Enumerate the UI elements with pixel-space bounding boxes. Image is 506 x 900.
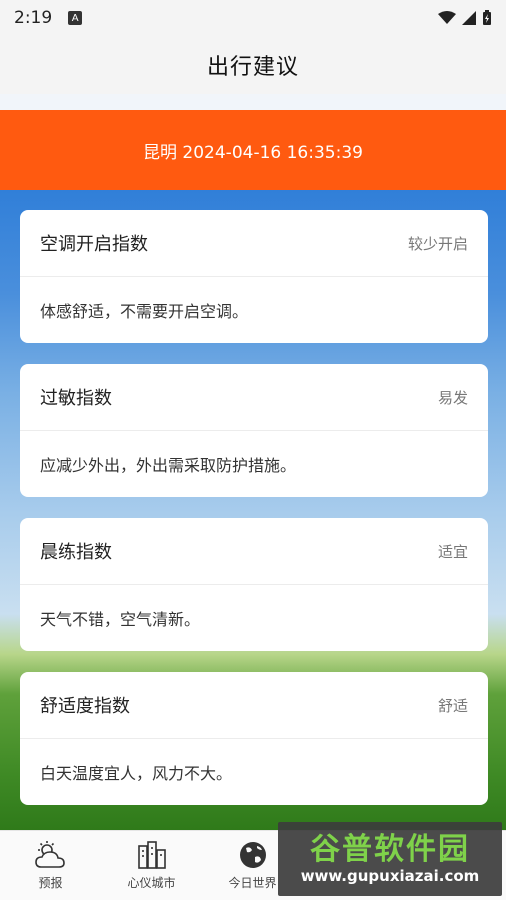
card-title: 空调开启指数 [40, 234, 148, 255]
index-card-allergy[interactable]: 过敏指数 易发 应减少外出，外出需采取防护措施。 [20, 364, 488, 497]
tab-favorite-cities[interactable]: 心仪城市 [101, 831, 202, 900]
card-header: 空调开启指数 较少开启 [20, 210, 488, 277]
city-datetime-banner: 昆明 2024-04-16 16:35:39 [0, 110, 506, 190]
watermark-url: www.gupuxiazai.com [300, 867, 480, 885]
card-level: 舒适 [437, 696, 468, 715]
card-description: 天气不错，空气清新。 [40, 610, 201, 629]
wifi-icon [438, 11, 456, 24]
tab-label: 心仪城市 [127, 876, 176, 890]
weather-icon [34, 841, 65, 868]
index-card-aircon[interactable]: 空调开启指数 较少开启 体感舒适，不需要开启空调。 [20, 210, 488, 343]
card-level: 易发 [437, 388, 468, 407]
card-title: 晨练指数 [40, 542, 112, 563]
signal-icon [462, 11, 476, 25]
index-card-morning-exercise[interactable]: 晨练指数 适宜 天气不错，空气清新。 [20, 518, 488, 651]
status-icons [438, 10, 492, 26]
battery-icon [483, 10, 491, 25]
card-header: 晨练指数 适宜 [20, 518, 488, 585]
status-bar: 2:19 A [0, 0, 506, 36]
tab-label: 预报 [38, 876, 63, 890]
card-title: 舒适度指数 [40, 696, 130, 717]
card-level: 较少开启 [407, 234, 468, 253]
card-title: 过敏指数 [40, 388, 112, 409]
tab-label: 今日世界 [228, 876, 277, 890]
notification-icon: A [68, 11, 83, 25]
card-description: 体感舒适，不需要开启空调。 [40, 302, 249, 321]
card-level: 适宜 [437, 542, 468, 561]
page-title: 出行建议 [0, 36, 506, 94]
card-description: 白天温度宜人，风力不大。 [40, 764, 233, 783]
globe-icon [239, 842, 266, 868]
watermark-logo: 谷普软件园 www.gupuxiazai.com [278, 822, 502, 896]
tab-forecast[interactable]: 预报 [0, 831, 101, 900]
card-header: 过敏指数 易发 [20, 364, 488, 431]
card-header: 舒适度指数 舒适 [20, 672, 488, 739]
index-card-comfort[interactable]: 舒适度指数 舒适 白天温度宜人，风力不大。 [20, 672, 488, 805]
card-description: 应减少外出，外出需采取防护措施。 [40, 456, 297, 475]
watermark-text: 谷普软件园 [310, 832, 470, 867]
status-time: 2:19 [14, 8, 53, 28]
city-icon [137, 841, 166, 869]
